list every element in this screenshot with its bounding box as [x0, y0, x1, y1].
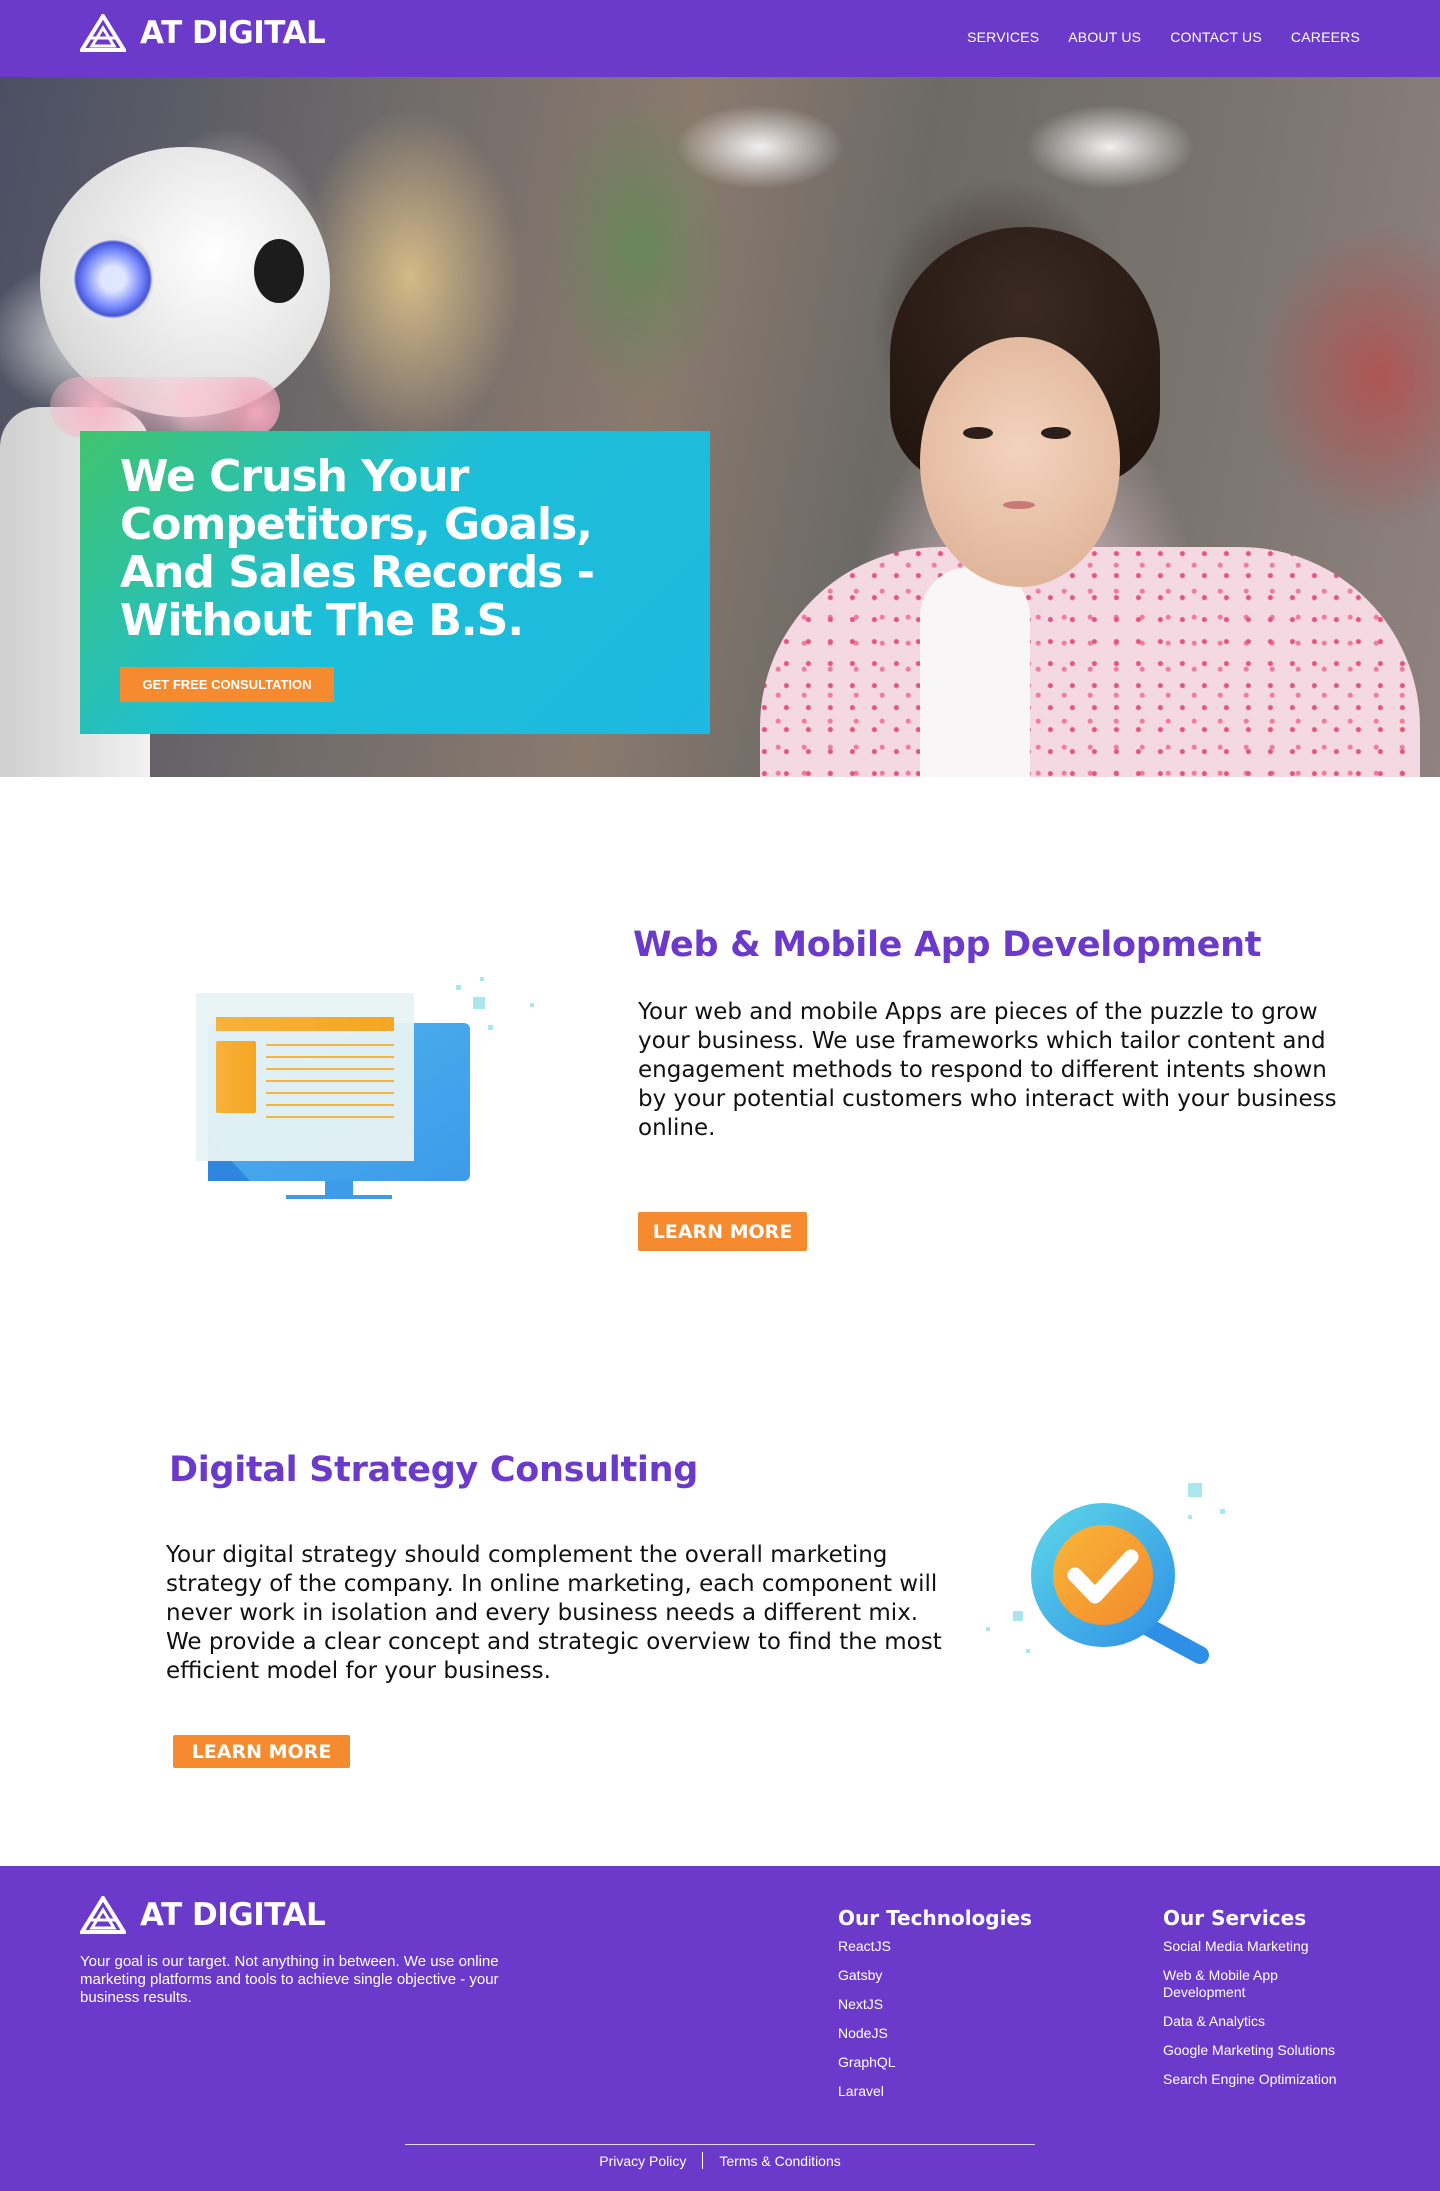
logo-mark-icon — [80, 1896, 126, 1934]
hero-photo-eye-right — [1041, 427, 1071, 439]
hero-photo-robot-eye — [254, 239, 304, 303]
get-free-consultation-button[interactable]: GET FREE CONSULTATION — [120, 667, 334, 702]
footer-link[interactable]: NextJS — [838, 1996, 1032, 2013]
footer-brand-logo[interactable]: AT DIGITAL — [80, 1896, 326, 1934]
footer-link[interactable]: Search Engine Optimization — [1163, 2071, 1363, 2088]
footer-technologies: Our Technologies ReactJS Gatsby NextJS N… — [838, 1906, 1032, 2112]
service-title: Web & Mobile App Development — [633, 925, 1262, 965]
legal-separator — [702, 2152, 704, 2169]
footer-technologies-heading: Our Technologies — [838, 1906, 1032, 1930]
footer-tagline: Your goal is our target. Not anything in… — [80, 1953, 499, 2006]
learn-more-button[interactable]: LEARN MORE — [638, 1212, 807, 1251]
nav-link-careers[interactable]: CAREERS — [1291, 29, 1360, 45]
magnifier-check-icon — [986, 1483, 1225, 1664]
hero-photo-mouth — [1003, 501, 1035, 509]
footer-services-heading: Our Services — [1163, 1906, 1307, 1930]
terms-conditions-link[interactable]: Terms & Conditions — [719, 2153, 840, 2169]
footer-divider — [405, 2144, 1035, 2145]
footer-brand-name: AT DIGITAL — [140, 1897, 326, 1933]
footer-link[interactable]: ReactJS — [838, 1938, 1032, 1955]
footer: AT DIGITAL Your goal is our target. Not … — [0, 1866, 1440, 2191]
footer-services: Our Services Social Media Marketing Web … — [1163, 1906, 1363, 2100]
hero-photo-robot-ear — [72, 233, 154, 325]
service-description: Your digital strategy should complement … — [166, 1542, 942, 1684]
hero-card: We Crush Your Competitors, Goals, And Sa… — [80, 431, 710, 734]
learn-more-button[interactable]: LEARN MORE — [173, 1735, 350, 1768]
nav-link-contact-us[interactable]: CONTACT US — [1170, 29, 1262, 45]
hero-photo-girl-shirt — [920, 567, 1030, 777]
brand-name: AT DIGITAL — [140, 15, 326, 51]
logo-mark-icon — [80, 14, 126, 52]
service-description: Your web and mobile Apps are pieces of t… — [638, 999, 1337, 1141]
hero-title: We Crush Your Competitors, Goals, And Sa… — [120, 451, 595, 646]
hero-photo-girl-features — [945, 407, 1095, 527]
footer-link[interactable]: Data & Analytics — [1163, 2013, 1363, 2030]
nav-links: SERVICES ABOUT US CONTACT US CAREERS — [967, 29, 1360, 45]
nav-link-services[interactable]: SERVICES — [967, 29, 1039, 45]
hero-photo-eye-left — [963, 427, 993, 439]
footer-link[interactable]: Google Marketing Solutions — [1163, 2042, 1363, 2059]
footer-link[interactable]: Social Media Marketing — [1163, 1938, 1363, 1955]
footer-link[interactable]: GraphQL — [838, 2054, 1032, 2071]
hero-photo-girl-jacket — [760, 547, 1420, 777]
nav-link-about-us[interactable]: ABOUT US — [1068, 29, 1141, 45]
service-title: Digital Strategy Consulting — [169, 1450, 698, 1490]
top-nav: AT DIGITAL SERVICES ABOUT US CONTACT US … — [0, 0, 1440, 77]
footer-link[interactable]: Laravel — [838, 2083, 1032, 2100]
monitor-icon — [196, 977, 534, 1199]
footer-link[interactable]: Web & Mobile App Development — [1163, 1967, 1313, 2001]
legal-links: Privacy Policy Terms & Conditions — [0, 2152, 1440, 2169]
privacy-policy-link[interactable]: Privacy Policy — [599, 2153, 686, 2169]
hero-section: We Crush Your Competitors, Goals, And Sa… — [0, 77, 1440, 777]
footer-link[interactable]: NodeJS — [838, 2025, 1032, 2042]
footer-link[interactable]: Gatsby — [838, 1967, 1032, 1984]
hero-photo-flowers — [50, 377, 280, 437]
brand-logo[interactable]: AT DIGITAL — [80, 14, 326, 52]
